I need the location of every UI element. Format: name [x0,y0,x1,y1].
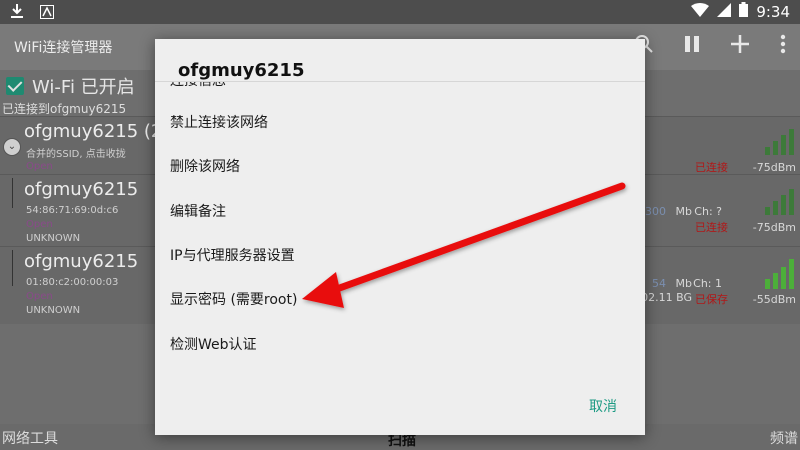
dialog-menu: 连接信息 禁止连接该网络 删除该网络 编辑备注 IP与代理服务器设置 显示密码 … [155,82,645,382]
add-icon[interactable] [730,34,750,59]
network-options-dialog: ofgmuy6215 连接信息 禁止连接该网络 删除该网络 编辑备注 IP与代理… [155,39,645,435]
wifi-enabled-toggle[interactable]: Wi-Fi 已开启 [6,73,135,99]
checkbox-checked-icon[interactable] [6,77,24,95]
menu-item-edit-note[interactable]: 编辑备注 [170,193,630,231]
link-speed-value: 54 [652,277,667,290]
signal-strength-icon [765,185,794,215]
wifi-standard: 02.11 BG [641,291,692,304]
security-label: Open [26,291,53,302]
signal-strength-icon [765,125,794,155]
wifi-icon [691,2,710,21]
menu-item-web-auth-check[interactable]: 检测Web认证 [170,326,630,364]
download-icon [10,3,24,23]
signal-dbm: -55dBm [752,293,796,306]
tab-channels[interactable]: 频谱 [770,428,798,448]
link-speed: 54 Mb [652,277,692,290]
connected-status: 已连接到ofgmuy6215 [2,102,127,116]
vendor-label: UNKNOWN [26,305,81,316]
network-name: ofgmuy6215 [24,251,139,272]
pause-icon[interactable] [684,35,700,58]
security-label: Open [26,219,53,230]
tree-connector [12,250,13,286]
channel-label: Ch: 1 [693,277,722,290]
menu-item-connection-info[interactable]: 连接信息 [170,82,630,100]
network-name: ofgmuy6215 [24,179,139,200]
more-icon[interactable] [780,34,786,59]
connection-state: 已保存 [695,293,728,306]
menu-item-disable-network[interactable]: 禁止连接该网络 [170,104,630,142]
link-speed-unit: Mb [675,205,692,218]
link-speed-unit: Mb [675,277,692,290]
menu-item-ip-proxy-settings[interactable]: IP与代理服务器设置 [170,237,630,275]
network-name: ofgmuy6215 (2) [24,121,170,142]
status-bar: 9:34 [0,0,800,24]
signal-strength-icon [765,255,794,289]
chevron-down-icon[interactable]: ⌄ [3,138,21,156]
tab-network-tools[interactable]: 网络工具 [2,428,58,448]
no-signal-icon [717,2,732,21]
connection-state: 已连接 [695,161,728,174]
security-label: Open [26,161,53,172]
menu-item-show-password[interactable]: 显示密码 (需要root) [170,281,630,319]
mac-address: 01:80:c2:00:00:03 [26,277,119,288]
link-speed-value: 300 [645,205,667,218]
app-title: WiFi连接管理器 [14,40,113,56]
wifi-toggle-label: Wi-Fi 已开启 [32,77,135,98]
dialog-title: ofgmuy6215 [178,60,305,81]
link-speed: 300 Mb [645,205,692,218]
network-subtitle: 合并的SSID, 点击收拢 [26,149,126,160]
cancel-button[interactable]: 取消 [589,396,617,416]
battery-icon [739,2,749,21]
signal-dbm: -75dBm [752,221,796,234]
connection-state: 已连接 [695,221,728,234]
clock: 9:34 [756,2,790,21]
menu-item-delete-network[interactable]: 删除该网络 [170,148,630,186]
channel-label: Ch: ? [694,205,722,218]
tree-connector [12,178,13,208]
app-notification-icon [40,4,54,23]
mac-address: 54:86:71:69:0d:c6 [26,205,119,216]
signal-dbm: -75dBm [752,161,796,174]
vendor-label: UNKNOWN [26,233,81,244]
